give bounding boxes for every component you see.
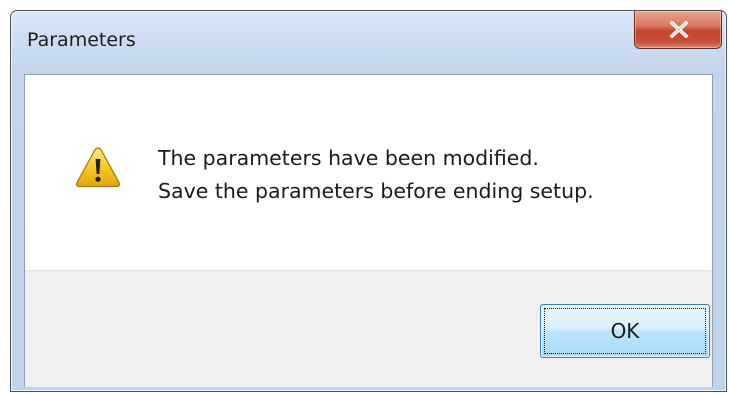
screenshot-stage: Parameters The parameters have been modi… [0, 0, 729, 394]
ok-button[interactable]: OK [540, 304, 710, 358]
message-line-2: Save the parameters before ending setup. [158, 179, 594, 203]
message-area: The parameters have been modified. Save … [25, 75, 712, 270]
message-line-1: The parameters have been modified. [158, 146, 539, 170]
close-button[interactable] [634, 11, 722, 49]
dialog-window: Parameters The parameters have been modi… [10, 10, 727, 392]
close-x-icon [669, 21, 689, 38]
warning-icon [75, 147, 121, 188]
message-text: The parameters have been modified. Save … [158, 142, 594, 208]
dialog-client-area: The parameters have been modified. Save … [24, 74, 713, 387]
button-footer: OK [25, 270, 712, 387]
title-bar[interactable]: Parameters [11, 11, 726, 73]
dialog-title: Parameters [27, 29, 136, 51]
